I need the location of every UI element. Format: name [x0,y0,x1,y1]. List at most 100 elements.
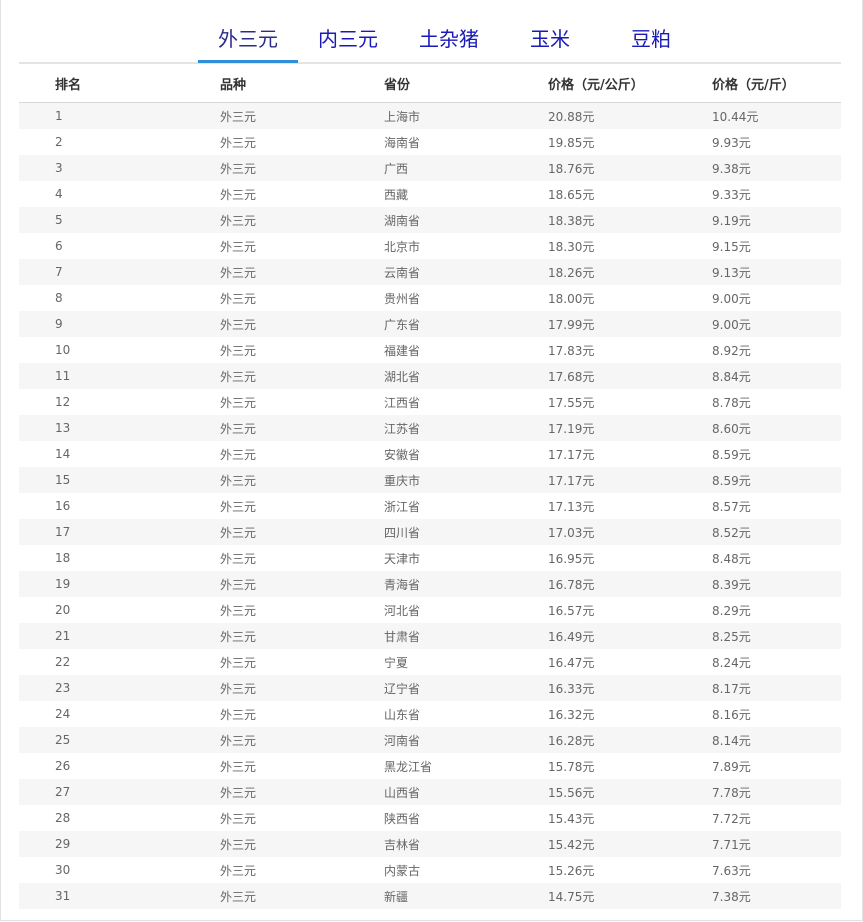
cell-rank: 10 [19,337,220,363]
cell-breed: 外三元 [220,519,384,545]
cell-rank: 26 [19,753,220,779]
cell-province: 广东省 [384,311,548,337]
cell-rank: 16 [19,493,220,519]
table-row: 6 外三元 北京市 18.30元 9.15元 [19,233,841,259]
table-row: 30 外三元 内蒙古 15.26元 7.63元 [19,857,841,883]
cell-rank: 8 [19,285,220,311]
cell-rank: 24 [19,701,220,727]
cell-rank: 14 [19,441,220,467]
cell-breed: 外三元 [220,571,384,597]
cell-breed: 外三元 [220,207,384,233]
table-row: 24 外三元 山东省 16.32元 8.16元 [19,701,841,727]
cell-price-jin: 8.57元 [712,493,841,519]
tab-doupo[interactable]: 豆粕 [620,24,682,60]
cell-province: 黑龙江省 [384,753,548,779]
cell-breed: 外三元 [220,233,384,259]
cell-breed: 外三元 [220,779,384,805]
cell-rank: 29 [19,831,220,857]
cell-province: 辽宁省 [384,675,548,701]
cell-province: 安徽省 [384,441,548,467]
cell-price-jin: 10.44元 [712,102,841,129]
table-row: 20 外三元 河北省 16.57元 8.29元 [19,597,841,623]
cell-price-kg: 18.26元 [548,259,712,285]
tab-tuzazhu[interactable]: 土杂猪 [409,24,489,60]
cell-price-kg: 15.78元 [548,753,712,779]
tab-waisanyuan[interactable]: 外三元 [198,24,298,63]
cell-province: 新疆 [384,883,548,909]
cell-rank: 31 [19,883,220,909]
cell-province: 北京市 [384,233,548,259]
price-table-container: 排名 品种 省份 价格（元/公斤） 价格（元/斤） 1 外三元 上海市 20.88元 1… [19,64,841,909]
cell-province: 江苏省 [384,415,548,441]
cell-rank: 9 [19,311,220,337]
cell-rank: 20 [19,597,220,623]
cell-rank: 5 [19,207,220,233]
cell-price-jin: 9.00元 [712,285,841,311]
table-row: 26 外三元 黑龙江省 15.78元 7.89元 [19,753,841,779]
cell-price-kg: 17.55元 [548,389,712,415]
cell-rank: 23 [19,675,220,701]
cell-price-kg: 18.00元 [548,285,712,311]
cell-rank: 13 [19,415,220,441]
cell-price-jin: 7.38元 [712,883,841,909]
cell-rank: 4 [19,181,220,207]
category-tabs: 外三元 内三元 土杂猪 玉米 豆粕 [19,18,841,64]
cell-province: 宁夏 [384,649,548,675]
cell-province: 浙江省 [384,493,548,519]
cell-province: 山东省 [384,701,548,727]
table-row: 28 外三元 陕西省 15.43元 7.72元 [19,805,841,831]
cell-rank: 18 [19,545,220,571]
cell-breed: 外三元 [220,753,384,779]
table-row: 7 外三元 云南省 18.26元 9.13元 [19,259,841,285]
cell-rank: 17 [19,519,220,545]
cell-price-jin: 8.39元 [712,571,841,597]
cell-price-kg: 17.03元 [548,519,712,545]
cell-breed: 外三元 [220,102,384,129]
header-rank: 排名 [19,64,220,103]
table-row: 8 外三元 贵州省 18.00元 9.00元 [19,285,841,311]
table-row: 1 外三元 上海市 20.88元 10.44元 [19,102,841,129]
cell-breed: 外三元 [220,701,384,727]
cell-price-jin: 9.19元 [712,207,841,233]
table-row: 5 外三元 湖南省 18.38元 9.19元 [19,207,841,233]
table-row: 3 外三元 广西 18.76元 9.38元 [19,155,841,181]
cell-province: 江西省 [384,389,548,415]
cell-price-kg: 16.28元 [548,727,712,753]
cell-breed: 外三元 [220,181,384,207]
cell-province: 广西 [384,155,548,181]
cell-province: 青海省 [384,571,548,597]
cell-rank: 21 [19,623,220,649]
cell-breed: 外三元 [220,311,384,337]
cell-price-kg: 18.65元 [548,181,712,207]
cell-province: 四川省 [384,519,548,545]
cell-price-kg: 18.38元 [548,207,712,233]
cell-price-jin: 8.48元 [712,545,841,571]
header-price-kg: 价格（元/公斤） [548,64,712,103]
cell-price-kg: 16.49元 [548,623,712,649]
cell-price-jin: 8.29元 [712,597,841,623]
cell-breed: 外三元 [220,857,384,883]
tab-yumi[interactable]: 玉米 [519,24,581,60]
cell-rank: 25 [19,727,220,753]
cell-price-kg: 19.85元 [548,129,712,155]
cell-price-kg: 16.95元 [548,545,712,571]
cell-price-jin: 8.17元 [712,675,841,701]
cell-province: 吉林省 [384,831,548,857]
cell-breed: 外三元 [220,415,384,441]
cell-breed: 外三元 [220,363,384,389]
cell-rank: 30 [19,857,220,883]
cell-breed: 外三元 [220,623,384,649]
table-row: 29 外三元 吉林省 15.42元 7.71元 [19,831,841,857]
cell-price-jin: 9.93元 [712,129,841,155]
header-breed: 品种 [220,64,384,103]
cell-rank: 1 [19,102,220,129]
cell-breed: 外三元 [220,649,384,675]
table-row: 2 外三元 海南省 19.85元 9.93元 [19,129,841,155]
table-row: 14 外三元 安徽省 17.17元 8.59元 [19,441,841,467]
cell-price-jin: 8.78元 [712,389,841,415]
table-row: 16 外三元 浙江省 17.13元 8.57元 [19,493,841,519]
cell-price-kg: 17.13元 [548,493,712,519]
cell-rank: 12 [19,389,220,415]
cell-price-kg: 16.33元 [548,675,712,701]
tab-neisanyuan[interactable]: 内三元 [308,24,388,60]
